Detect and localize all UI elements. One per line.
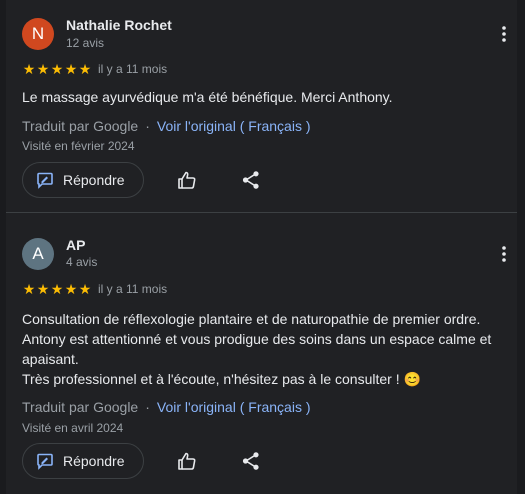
share-button[interactable]: [239, 449, 263, 473]
visit-date: Visité en février 2024: [22, 139, 135, 153]
more-options-button[interactable]: [494, 22, 514, 46]
reviewer-name[interactable]: AP: [66, 237, 85, 253]
review-card: N Nathalie Rochet 12 avis ★ ★ ★ ★ ★ il y…: [6, 0, 517, 213]
translation-row: Traduit par Google · Voir l'original ( F…: [22, 118, 311, 134]
visit-date: Visité en avril 2024: [22, 421, 124, 435]
star-icon: ★: [78, 61, 92, 77]
see-original-link[interactable]: Voir l'original ( Français ): [157, 399, 311, 415]
more-vert-icon: [502, 246, 506, 262]
like-button[interactable]: [175, 449, 199, 473]
translation-row: Traduit par Google · Voir l'original ( F…: [22, 399, 311, 415]
more-vert-icon: [502, 26, 506, 42]
star-icon: ★: [50, 281, 64, 297]
reply-edit-icon: [37, 453, 53, 470]
review-text: Le massage ayurvédique m'a été bénéfique…: [22, 87, 507, 107]
star-icon: ★: [64, 281, 78, 297]
review-count: 4 avis: [66, 255, 98, 269]
share-icon: [242, 171, 259, 189]
like-button[interactable]: [175, 168, 199, 192]
translated-label: Traduit par Google: [22, 399, 139, 415]
reply-edit-icon: [37, 172, 53, 189]
reply-button[interactable]: Répondre: [22, 443, 144, 479]
share-button[interactable]: [239, 168, 263, 192]
avatar[interactable]: A: [22, 238, 54, 270]
review-count: 12 avis: [66, 36, 105, 50]
review-text-line: apaisant.: [22, 351, 79, 367]
review-date: il y a 11 mois: [98, 282, 168, 296]
translated-label: Traduit par Google: [22, 118, 139, 134]
review-text-line: Antony est attentionné et vous prodigue …: [22, 331, 492, 347]
right-edge: [517, 0, 525, 494]
reviewer-name[interactable]: Nathalie Rochet: [66, 17, 172, 33]
thumb-up-icon: [178, 452, 196, 470]
separator: ·: [145, 118, 150, 134]
review-text-line: Le massage ayurvédique m'a été bénéfique…: [22, 89, 393, 105]
reply-button[interactable]: Répondre: [22, 162, 144, 198]
star-icon: ★: [50, 61, 64, 77]
star-icon: ★: [22, 281, 36, 297]
reply-label: Répondre: [63, 172, 125, 188]
share-icon: [242, 452, 259, 470]
star-icon: ★: [78, 281, 92, 297]
reply-label: Répondre: [63, 453, 125, 469]
thumb-up-icon: [178, 171, 196, 189]
star-icon: ★: [22, 61, 36, 77]
review-text-line: Consultation de réflexologie plantaire e…: [22, 311, 481, 327]
separator: ·: [145, 399, 150, 415]
review-text: Consultation de réflexologie plantaire e…: [22, 309, 507, 389]
star-icon: ★: [64, 61, 78, 77]
more-options-button[interactable]: [494, 242, 514, 266]
review-card: A AP 4 avis ★ ★ ★ ★ ★ il y a 11 mois Con…: [6, 214, 517, 494]
divider: [6, 212, 517, 213]
review-date: il y a 11 mois: [98, 62, 168, 76]
star-icon: ★: [36, 61, 50, 77]
star-icon: ★: [36, 281, 50, 297]
star-rating: ★ ★ ★ ★ ★: [22, 282, 92, 296]
star-rating: ★ ★ ★ ★ ★: [22, 62, 92, 76]
avatar[interactable]: N: [22, 18, 54, 50]
review-text-line: Très professionnel et à l'écoute, n'hési…: [22, 371, 421, 387]
see-original-link[interactable]: Voir l'original ( Français ): [157, 118, 311, 134]
